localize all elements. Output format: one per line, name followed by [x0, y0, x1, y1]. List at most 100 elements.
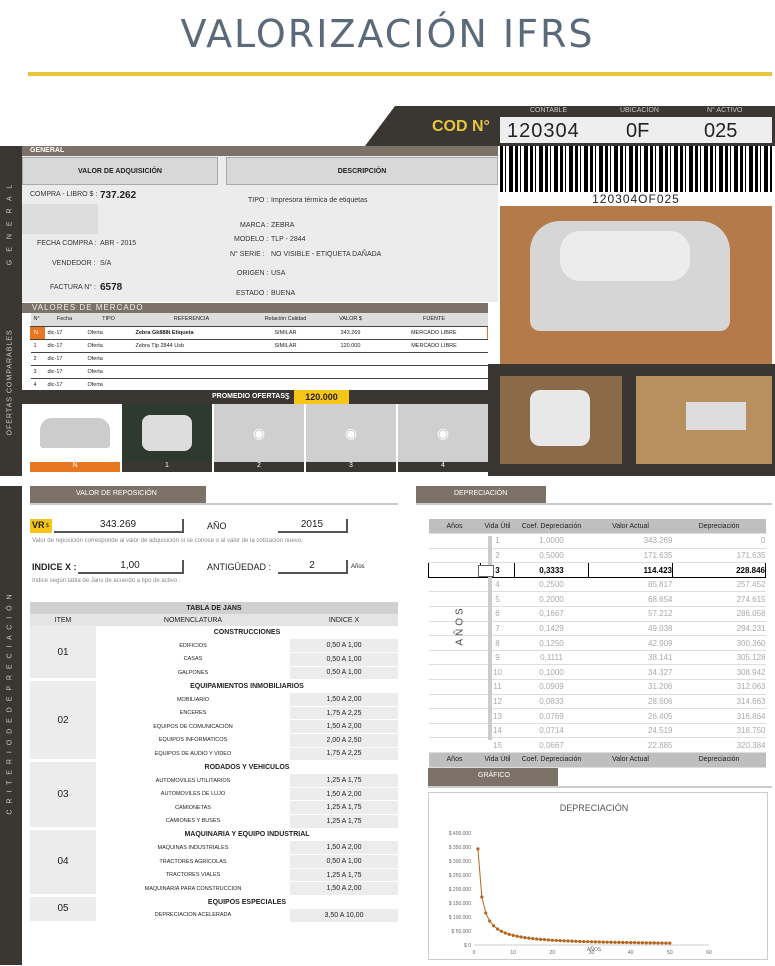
grafico-rule — [428, 786, 772, 788]
dep-row[interactable]: 6 0,1667 57.212 286.058 — [428, 606, 766, 622]
dep-cell: 38.141 — [588, 650, 673, 666]
data-point — [503, 931, 507, 935]
data-point — [495, 927, 500, 931]
serie-value: NO VISIBLE - ETIQUETA DAÑADA — [271, 251, 382, 258]
jans-nom: EQUIPOS DE COMUNICACIÓN — [153, 723, 233, 730]
indice-value[interactable]: 1,00 — [78, 560, 184, 574]
antig-value[interactable]: 2 — [278, 560, 348, 574]
thumb-label-row: N 1 2 3 4 — [30, 462, 488, 472]
indice-note: Indice según tabla de Jans de acuerdo a … — [32, 578, 181, 584]
thumb-photo-n[interactable] — [30, 404, 120, 462]
vendedor-label: VENDEDOR : — [52, 260, 96, 267]
market-row[interactable]: Ndic-17 Oferta Zebra Gk888t Etiqueta SIMILA… — [30, 326, 488, 340]
dep-footer-cell: Coef. Depreciación — [514, 752, 589, 768]
dep-row[interactable]: 15 0,0667 22.885 320.384 — [428, 737, 766, 753]
thumb-photo-1[interactable] — [122, 404, 212, 462]
dep-row[interactable]: 12 0,0833 28.606 314.663 — [428, 694, 766, 710]
dep-row[interactable]: 5 0,2000 68.654 274.615 — [428, 591, 766, 608]
jans-table: TABLA DE JANS ITEM NOMENCLATURA INDICE X… — [30, 602, 398, 924]
vr-value[interactable]: 343.269 — [54, 519, 184, 533]
dep-row[interactable]: 7 0,1429 49.038 294.231 — [428, 621, 766, 637]
data-point — [593, 940, 598, 944]
dep-row[interactable]: 8 0,1250 42.909 300.360 — [428, 635, 766, 651]
anio-value[interactable]: 2015 — [278, 519, 348, 533]
dep-footer-cell: Años — [428, 752, 481, 768]
thumb-camera-3[interactable]: ◉ — [306, 404, 396, 462]
dep-cell: 257.452 — [672, 577, 766, 593]
dep-row[interactable]: 14 0,0714 24.519 318.750 — [428, 723, 766, 739]
y-tick-label: $ 50.000 — [452, 929, 472, 935]
dep-cell: 0,0833 — [514, 694, 589, 710]
dep-cell: 42.909 — [588, 635, 673, 651]
jans-title: TABLA DE JANS — [30, 602, 398, 614]
criterio-side-label: C R I T E R I O D E D E P R E C I A C I … — [6, 592, 14, 815]
market-row[interactable]: 3 dic-17 Oferta — [30, 365, 488, 379]
reposicion-note: Valor de reposición corresponde al valor… — [32, 538, 303, 544]
data-point — [621, 940, 625, 945]
market-cell — [250, 365, 321, 379]
dep-cell: 15 — [480, 737, 515, 753]
jans-idx: 2,00 A 2,50 — [290, 733, 398, 748]
dep-row[interactable]: 4 0,2500 85.817 257.452 — [428, 577, 766, 593]
thumb-label-4: 4 — [398, 462, 488, 472]
market-side-label: OFERTAS COMPARABLES — [6, 329, 14, 436]
barcode — [500, 146, 772, 192]
market-cell: dic-17 — [44, 339, 85, 353]
code-label: COD N° — [432, 118, 490, 135]
data-point — [601, 940, 605, 944]
dep-row[interactable]: 1 1,0000 343.269 0 — [428, 533, 766, 549]
dep-cell: 312.063 — [672, 679, 766, 695]
marca-label: MARCA : — [240, 222, 269, 229]
data-point — [507, 932, 511, 936]
dep-row[interactable]: 2 0,5000 171.635 171.635 — [428, 548, 766, 564]
general-section-label: GENERAL — [30, 147, 65, 154]
dep-col-coef: Coef. Depreciación — [514, 519, 589, 535]
market-cell — [250, 352, 321, 366]
dep-col-valor: Valor Actual — [588, 519, 673, 535]
contable-value: 120304 — [507, 120, 580, 142]
jans-idx: 1,25 A 1,75 — [290, 868, 398, 883]
market-cell: 2 — [30, 352, 45, 366]
dep-row[interactable]: 10 0,1000 34.327 308.942 — [428, 664, 766, 681]
data-point — [558, 939, 562, 943]
dep-cell: 320.384 — [672, 737, 766, 753]
dep-cell: 11 — [480, 679, 515, 695]
data-point — [511, 933, 515, 937]
jans-nom: CASAS — [183, 656, 203, 663]
thumb-camera-4[interactable]: ◉ — [398, 404, 488, 462]
factura-value: 6578 — [100, 282, 123, 293]
estado-label: ESTADO : — [236, 290, 269, 297]
dep-row[interactable]: 9 0,1111 38.141 305.128 — [428, 650, 766, 666]
dep-slider-handle[interactable] — [478, 565, 494, 577]
data-point — [538, 937, 543, 941]
data-point — [531, 936, 535, 941]
dep-row[interactable]: 11 0,0909 31.206 312.063 — [428, 679, 766, 695]
jans-idx: 1,50 A 2,00 — [290, 841, 398, 856]
dep-cell: 318.750 — [672, 723, 766, 739]
data-point — [570, 939, 574, 943]
tipo-value: Impresora térmica de etiquetas — [271, 197, 368, 204]
dep-cell: 0,0714 — [514, 723, 589, 739]
camera-icon: ◉ — [252, 424, 266, 441]
anios-label: Años — [351, 564, 365, 570]
market-row[interactable]: 2 dic-17 Oferta — [30, 352, 488, 366]
depreciacion-rule — [416, 503, 772, 505]
market-row[interactable]: 1 dic-17 Oferta Zebra Tlp 2844 Usb SIMILAR 12… — [30, 339, 488, 353]
y-tick-label: $ 100.000 — [449, 915, 471, 921]
jans-group-name: EQUIPOS ESPECIALES — [207, 898, 287, 906]
thumb-camera-2[interactable]: ◉ — [214, 404, 304, 462]
market-col-fuente: FUENTE — [380, 313, 488, 327]
x-axis-label: AÑOS — [587, 946, 602, 953]
dep-cell: 85.817 — [588, 577, 673, 593]
dep-cell: 343.269 — [588, 533, 673, 549]
dep-cell: 7 — [480, 621, 515, 637]
avg-label: PROMEDIO OFERTAS — [212, 393, 285, 400]
data-point — [609, 940, 613, 944]
dep-cell: 305.128 — [672, 650, 766, 666]
jans-idx: 3,50 A 10,00 — [290, 908, 398, 923]
data-point — [546, 938, 551, 942]
data-point — [566, 939, 570, 943]
dep-row[interactable]: 13 0,0769 26.405 316.864 — [428, 708, 766, 724]
x-tick-label: 40 — [628, 950, 634, 956]
market-col-tipo: TIPO — [84, 313, 133, 327]
